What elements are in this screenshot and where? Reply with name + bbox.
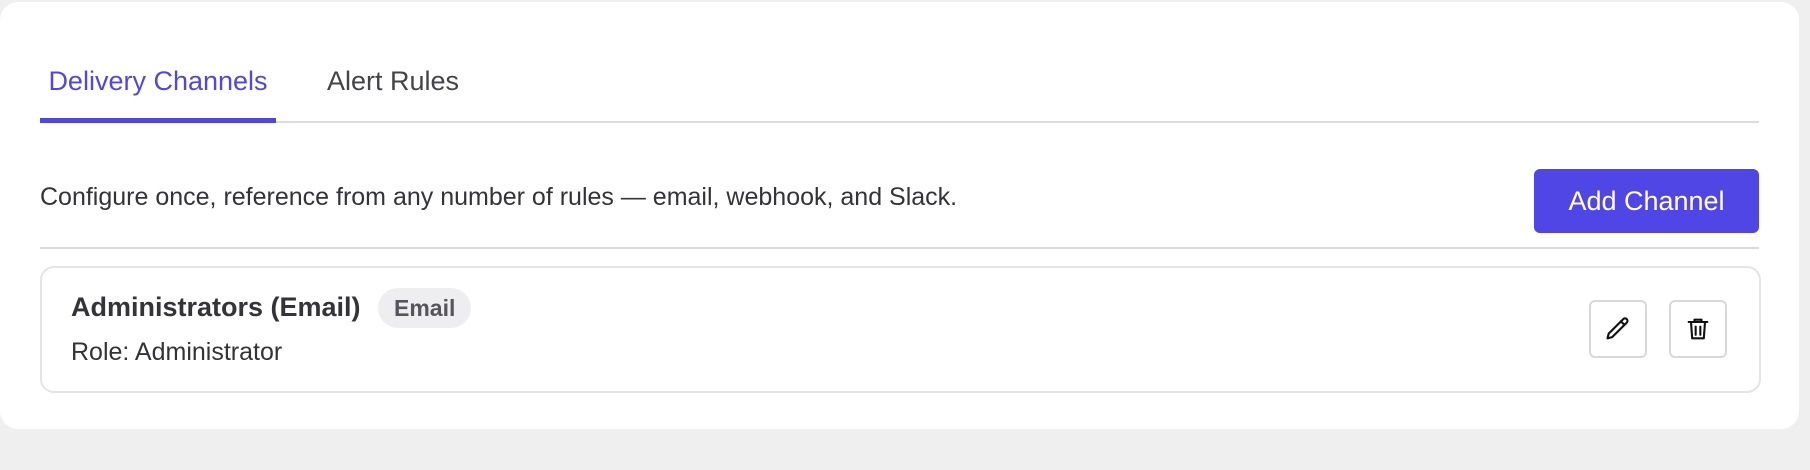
channels-toolbar: Configure once, reference from any numbe…: [40, 169, 1759, 249]
pencil-icon: [1606, 317, 1629, 340]
channel-type-badge: Email: [378, 288, 472, 328]
channel-detail: Role: Administrator: [71, 338, 283, 366]
active-tab-indicator: [40, 118, 276, 123]
tab-label: Delivery Channels: [48, 66, 268, 96]
channels-description: Configure once, reference from any numbe…: [40, 183, 958, 211]
add-channel-button[interactable]: Add Channel: [1534, 169, 1759, 233]
channel-list-item: Administrators (Email) Email Role: Admin…: [40, 266, 1761, 393]
channel-name: Administrators (Email): [71, 292, 361, 322]
tab-delivery-channels[interactable]: Delivery Channels: [40, 42, 276, 123]
settings-card: Delivery Channels Alert Rules Configure …: [0, 2, 1799, 429]
edit-channel-button[interactable]: [1589, 300, 1647, 358]
tab-bar: Delivery Channels Alert Rules: [40, 42, 1759, 123]
tab-alert-rules[interactable]: Alert Rules: [327, 42, 459, 121]
tab-label: Alert Rules: [327, 66, 460, 96]
delete-channel-button[interactable]: [1669, 300, 1727, 358]
trash-icon: [1687, 318, 1709, 340]
